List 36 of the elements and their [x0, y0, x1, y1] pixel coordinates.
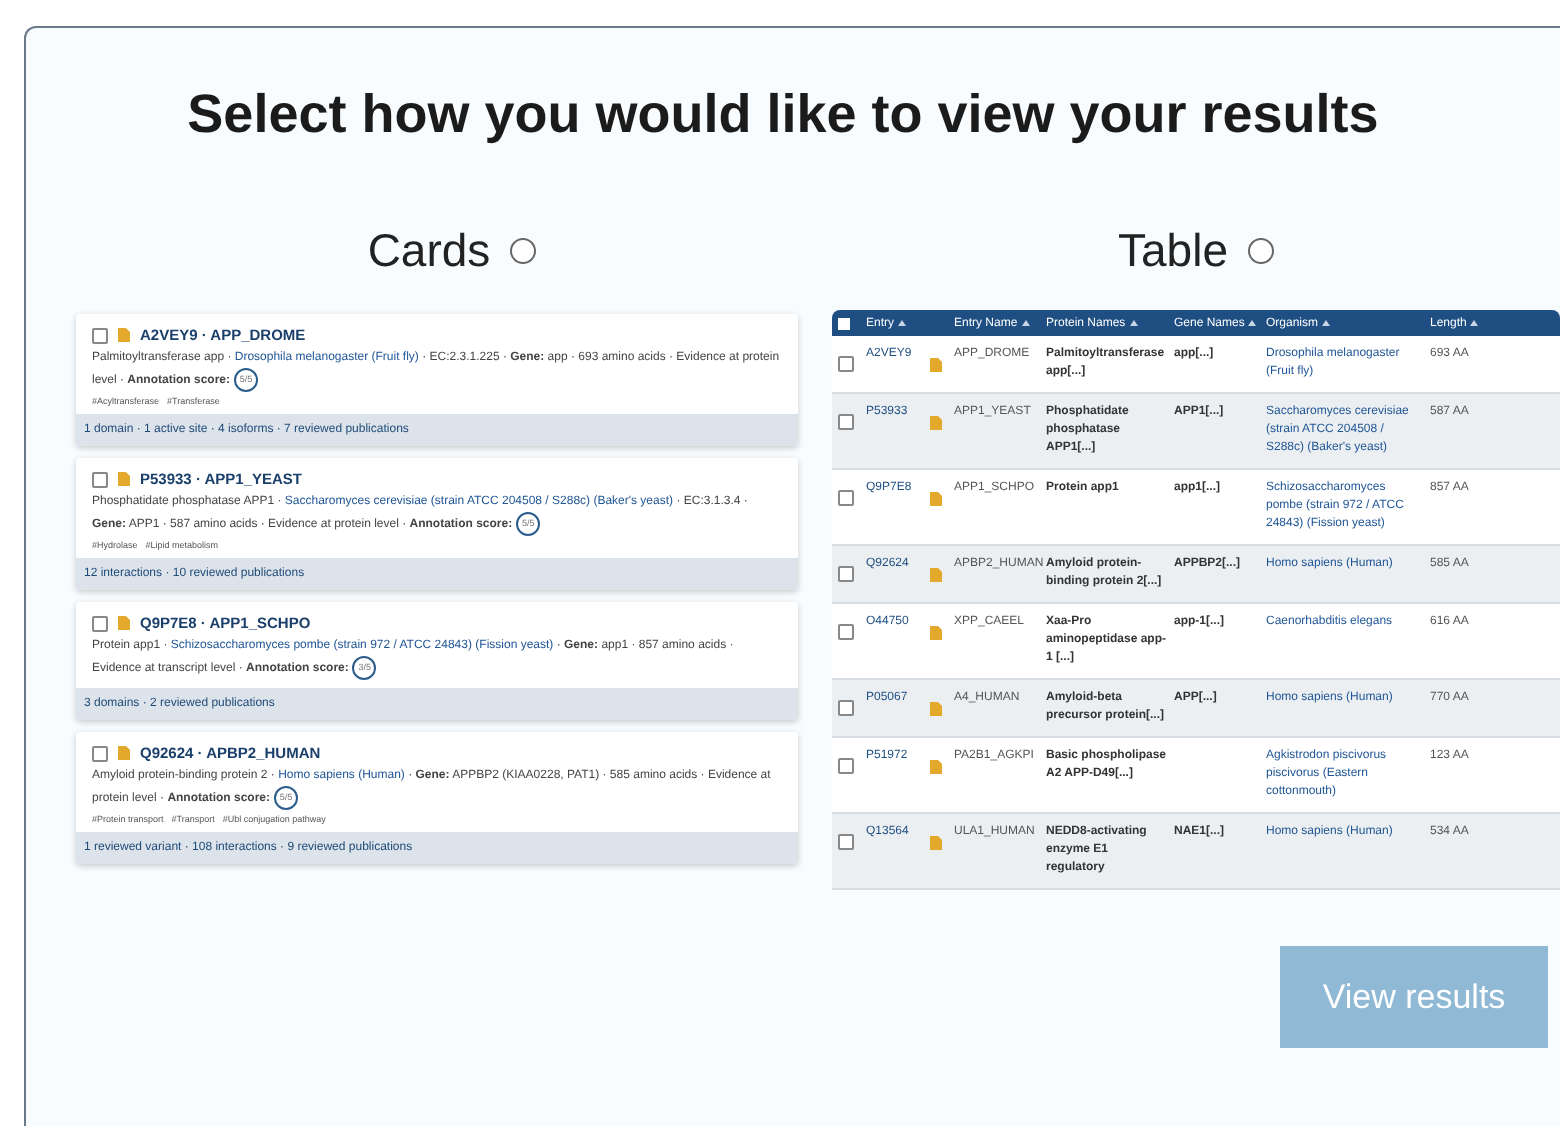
- checkbox[interactable]: [838, 317, 850, 329]
- sort-icon[interactable]: [1129, 320, 1138, 326]
- document-icon: [930, 626, 942, 640]
- document-icon: [930, 702, 942, 716]
- document-icon: [118, 616, 130, 630]
- checkbox[interactable]: [838, 700, 854, 716]
- document-icon: [118, 328, 130, 342]
- sort-icon[interactable]: [1248, 320, 1257, 326]
- checkbox[interactable]: [92, 745, 108, 761]
- checkbox[interactable]: [838, 758, 854, 774]
- sort-icon[interactable]: [1322, 320, 1331, 326]
- document-icon: [930, 492, 942, 506]
- checkbox[interactable]: [92, 327, 108, 343]
- radio-button[interactable]: [1247, 237, 1274, 263]
- sort-icon[interactable]: [1021, 320, 1030, 326]
- document-icon: [930, 568, 942, 582]
- radio-button[interactable]: [510, 237, 537, 263]
- checkbox[interactable]: [92, 615, 108, 631]
- view-option[interactable]: Table: [1118, 222, 1274, 278]
- document-icon: [930, 760, 942, 774]
- document-icon: [118, 472, 130, 486]
- document-icon: [118, 746, 130, 760]
- checkbox[interactable]: [838, 414, 854, 430]
- checkbox[interactable]: [838, 566, 854, 582]
- document-icon: [930, 416, 942, 430]
- sort-icon[interactable]: [1470, 320, 1479, 326]
- checkbox[interactable]: [92, 471, 108, 487]
- checkbox[interactable]: [838, 624, 854, 640]
- document-icon: [930, 836, 942, 850]
- checkbox[interactable]: [838, 834, 854, 850]
- view-option[interactable]: Cards: [367, 222, 537, 278]
- checkbox[interactable]: [838, 490, 854, 506]
- sort-icon[interactable]: [898, 320, 907, 326]
- document-icon: [930, 358, 942, 372]
- dialog-title: Select how you would like to view your results: [185, 84, 1381, 146]
- checkbox[interactable]: [838, 356, 854, 372]
